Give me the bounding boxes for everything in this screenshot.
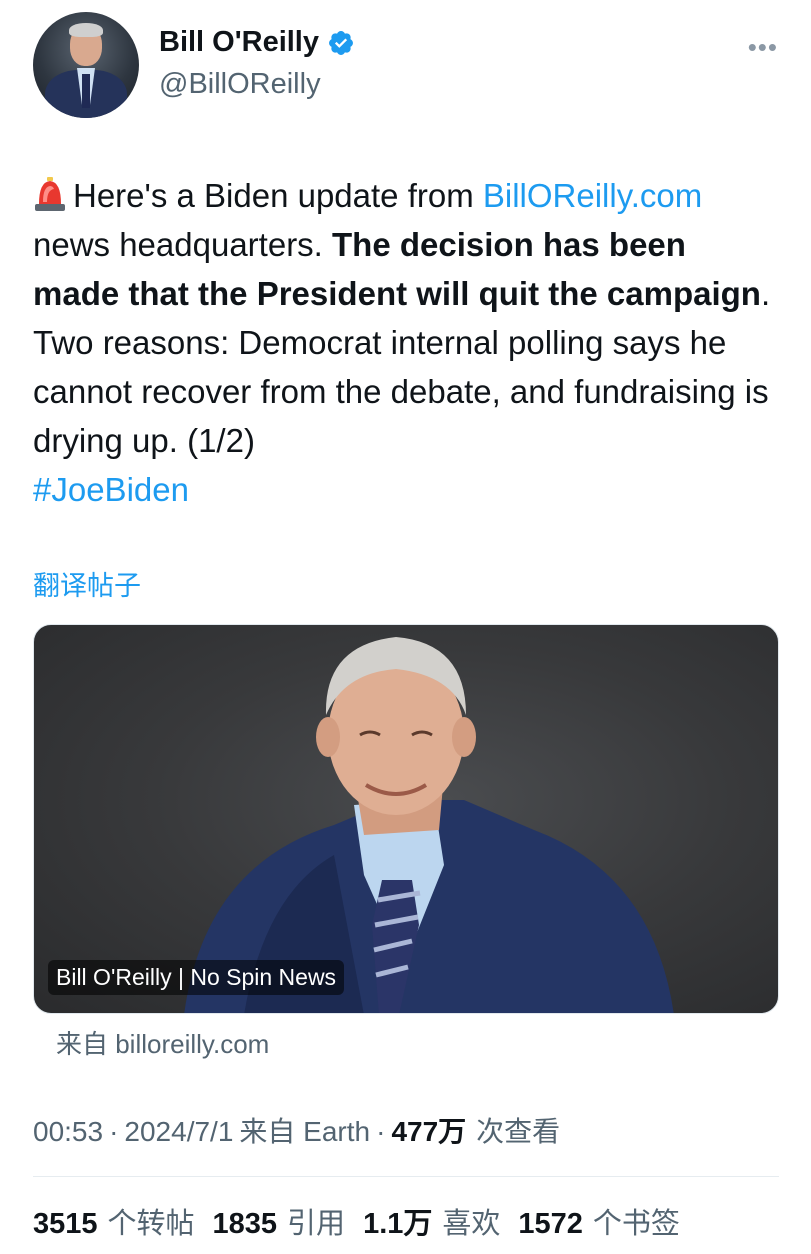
display-name[interactable]: Bill O'Reilly	[159, 26, 319, 59]
translate-post-link[interactable]: 翻译帖子	[33, 564, 141, 603]
media-caption: Bill O'Reilly | No Spin News	[48, 960, 345, 995]
hashtag-link[interactable]: #JoeBiden	[33, 471, 189, 508]
likes-stat[interactable]: 1.1万 喜欢	[363, 1200, 500, 1242]
quotes-count: 1835	[212, 1208, 278, 1240]
link-card-image[interactable]: Bill O'Reilly | No Spin News	[33, 624, 779, 1014]
views-count[interactable]: 477万	[391, 1110, 466, 1150]
reposts-label: 个转帖	[107, 1208, 195, 1240]
tweet-text-part-1: Here's a Biden update from	[73, 177, 483, 214]
user-handle[interactable]: @BillOReilly	[159, 68, 321, 101]
portrait-image	[184, 637, 674, 1013]
divider	[33, 1176, 779, 1177]
tweet-time[interactable]: 00:53	[33, 1116, 103, 1148]
reposts-count: 3515	[33, 1208, 98, 1240]
tweet-text-part-2: news headquarters.	[33, 226, 333, 263]
avatar-tie	[82, 74, 90, 108]
likes-label: 喜欢	[442, 1208, 501, 1240]
site-link[interactable]: BillOReilly.com	[483, 177, 702, 214]
more-options-icon[interactable]: •••	[748, 32, 778, 63]
engagement-stats: 3515 个转帖 1835 引用 1.1万 喜欢 1572 个书签	[33, 1200, 698, 1242]
reposts-stat[interactable]: 3515 个转帖	[33, 1200, 195, 1242]
avatar-hair	[69, 23, 103, 37]
bookmarks-stat[interactable]: 1572 个书签	[518, 1200, 680, 1242]
tweet-meta: 00:53 · 2024/7/1 来自 Earth · 477万 次查看	[33, 1110, 560, 1150]
tweet-header: Bill O'Reilly @BillOReilly •••	[33, 12, 778, 118]
link-source[interactable]: 来自 billoreilly.com	[56, 1024, 269, 1061]
avatar[interactable]	[33, 12, 139, 118]
tweet-source: 来自 Earth	[239, 1116, 371, 1147]
views-label: 次查看	[476, 1116, 561, 1147]
quotes-label: 引用	[287, 1208, 346, 1240]
bookmarks-count: 1572	[518, 1208, 583, 1240]
name-row: Bill O'Reilly	[159, 26, 355, 59]
quotes-stat[interactable]: 1835 引用	[213, 1200, 346, 1242]
meta-separator-2: ·	[376, 1116, 386, 1147]
bookmarks-label: 个书签	[592, 1208, 680, 1240]
tweet-text: Here's a Biden update from BillOReilly.c…	[33, 171, 778, 514]
verified-badge-icon	[329, 30, 353, 55]
police-light-emoji	[35, 177, 65, 211]
meta-separator: ·	[109, 1116, 119, 1147]
likes-count: 1.1万	[363, 1208, 433, 1240]
tweet-date[interactable]: 2024/7/1	[124, 1116, 233, 1148]
